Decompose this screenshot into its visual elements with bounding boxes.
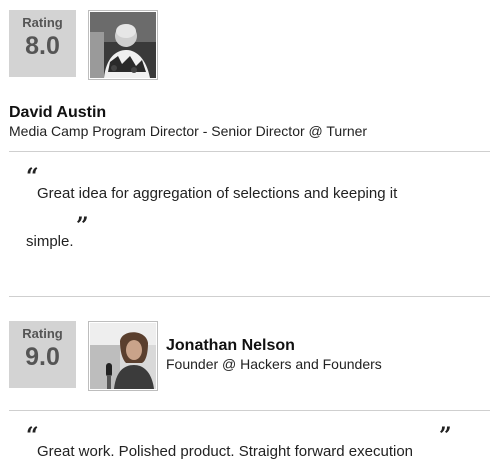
rating-label: Rating: [22, 15, 63, 30]
quote-text-line2: simple.: [26, 233, 74, 250]
rating-badge: Rating 8.0: [9, 10, 76, 77]
reviewer-name: Jonathan Nelson: [166, 337, 295, 354]
quote-text-line1: Great work. Polished product. Straight f…: [37, 443, 414, 460]
quote-close-mark: ”: [439, 423, 452, 449]
divider: [9, 151, 490, 152]
person-photo-with-microphone-icon: [90, 323, 156, 389]
rating-label: Rating: [22, 326, 63, 341]
divider: [9, 296, 490, 297]
reviewer-title: Founder @ Hackers and Founders: [166, 356, 382, 372]
reviewer-avatar[interactable]: [88, 10, 158, 80]
quote-text-line1: Great idea for aggregation of selections…: [37, 185, 398, 202]
rating-value: 8.0: [25, 32, 60, 60]
rating-value: 9.0: [25, 343, 60, 371]
person-photo-icon: [90, 12, 156, 78]
reviewer-avatar[interactable]: [88, 321, 158, 391]
reviewer-title: Media Camp Program Director - Senior Dir…: [9, 123, 368, 139]
quote-close-mark: ”: [76, 213, 89, 239]
rating-badge: Rating 9.0: [9, 321, 76, 388]
reviewer-name: David Austin: [9, 104, 107, 121]
divider: [9, 410, 490, 411]
